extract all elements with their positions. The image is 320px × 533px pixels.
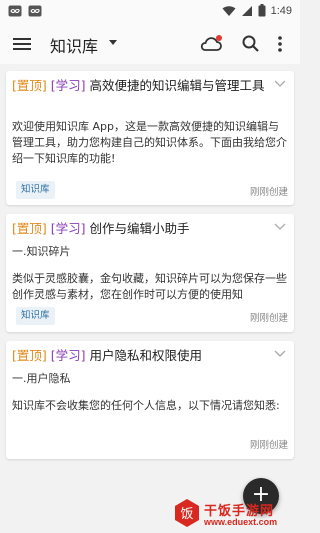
note-card[interactable]: [置顶] [学习] 高效便捷的知识编辑与管理工具 欢迎使用知识库 App，这是一… [6, 71, 294, 205]
cloud-sync-icon[interactable] [199, 34, 223, 54]
battery-icon [258, 4, 266, 17]
note-time: 刚刚创建 [249, 187, 288, 198]
cellular-icon [241, 5, 252, 16]
watermark-logo: 饭 [175, 499, 199, 527]
menu-icon[interactable] [13, 36, 31, 52]
infinity-icon [8, 5, 22, 17]
note-title: [置顶] [学习] 用户隐私和权限使用 [12, 347, 274, 365]
page-title[interactable]: 知识库 [50, 33, 98, 57]
note-subheading: 一.用户隐私 [12, 372, 71, 385]
infinity-icon [28, 5, 42, 17]
note-card[interactable]: [置顶] [学习] 用户隐私和权限使用 一.用户隐私 知识库不会收集您的任何个人… [6, 341, 294, 459]
tag-category: [学习] [50, 78, 86, 93]
chevron-down-icon[interactable] [274, 80, 286, 88]
note-body: 类似于灵感胶囊，金句收藏，知识碎片可以为您保存一些创作灵感与素材，您在创作时可以… [12, 272, 287, 301]
watermark-url: www.eduext.com [204, 517, 278, 527]
chevron-down-icon[interactable] [274, 350, 286, 358]
wifi-icon [222, 5, 236, 16]
tag-pinned: [置顶] [12, 221, 47, 236]
tag-pinned: [置顶] [12, 348, 47, 363]
tag-pinned: [置顶] [12, 78, 47, 93]
note-time: 刚刚创建 [249, 440, 288, 451]
note-body: 欢迎使用知识库 App，这是一款高效便捷的知识编辑与管理工具，助力您构建自己的知… [12, 120, 287, 165]
sync-dot [216, 35, 222, 41]
search-icon[interactable] [241, 34, 261, 54]
notebook-chip[interactable]: 知识库 [16, 307, 55, 325]
note-title: [置顶] [学习] 高效便捷的知识编辑与管理工具 [12, 77, 274, 95]
more-vert-icon[interactable] [275, 34, 285, 54]
tag-category: [学习] [50, 221, 86, 236]
watermark: 饭 干饭手游网 www.eduext.com [174, 498, 298, 532]
chevron-down-icon[interactable] [274, 223, 286, 231]
notebook-chip[interactable]: 知识库 [16, 181, 55, 199]
note-title: [置顶] [学习] 创作与编辑小助手 [12, 220, 274, 238]
app-bar: 知识库 [0, 24, 300, 64]
status-bar-right: 1:49 [222, 4, 292, 17]
note-subheading: 一.知识碎片 [12, 245, 71, 258]
status-bar: 1:49 [0, 0, 300, 24]
status-bar-left [8, 4, 42, 18]
note-title-text: 用户隐私和权限使用 [89, 348, 203, 363]
status-time: 1:49 [270, 4, 292, 17]
note-card[interactable]: [置顶] [学习] 创作与编辑小助手 一.知识碎片 类似于灵感胶囊，金句收藏，知… [6, 214, 294, 332]
note-time: 刚刚创建 [249, 313, 288, 324]
note-title-text: 创作与编辑小助手 [89, 221, 190, 236]
watermark-badge-char: 饭 [180, 507, 193, 522]
tag-category: [学习] [50, 348, 86, 363]
note-body: 知识库不会收集您的任何个人信息，以下情况请您知悉: [12, 399, 280, 412]
caret-down-icon[interactable] [109, 40, 117, 45]
note-title-text: 高效便捷的知识编辑与管理工具 [89, 78, 265, 93]
